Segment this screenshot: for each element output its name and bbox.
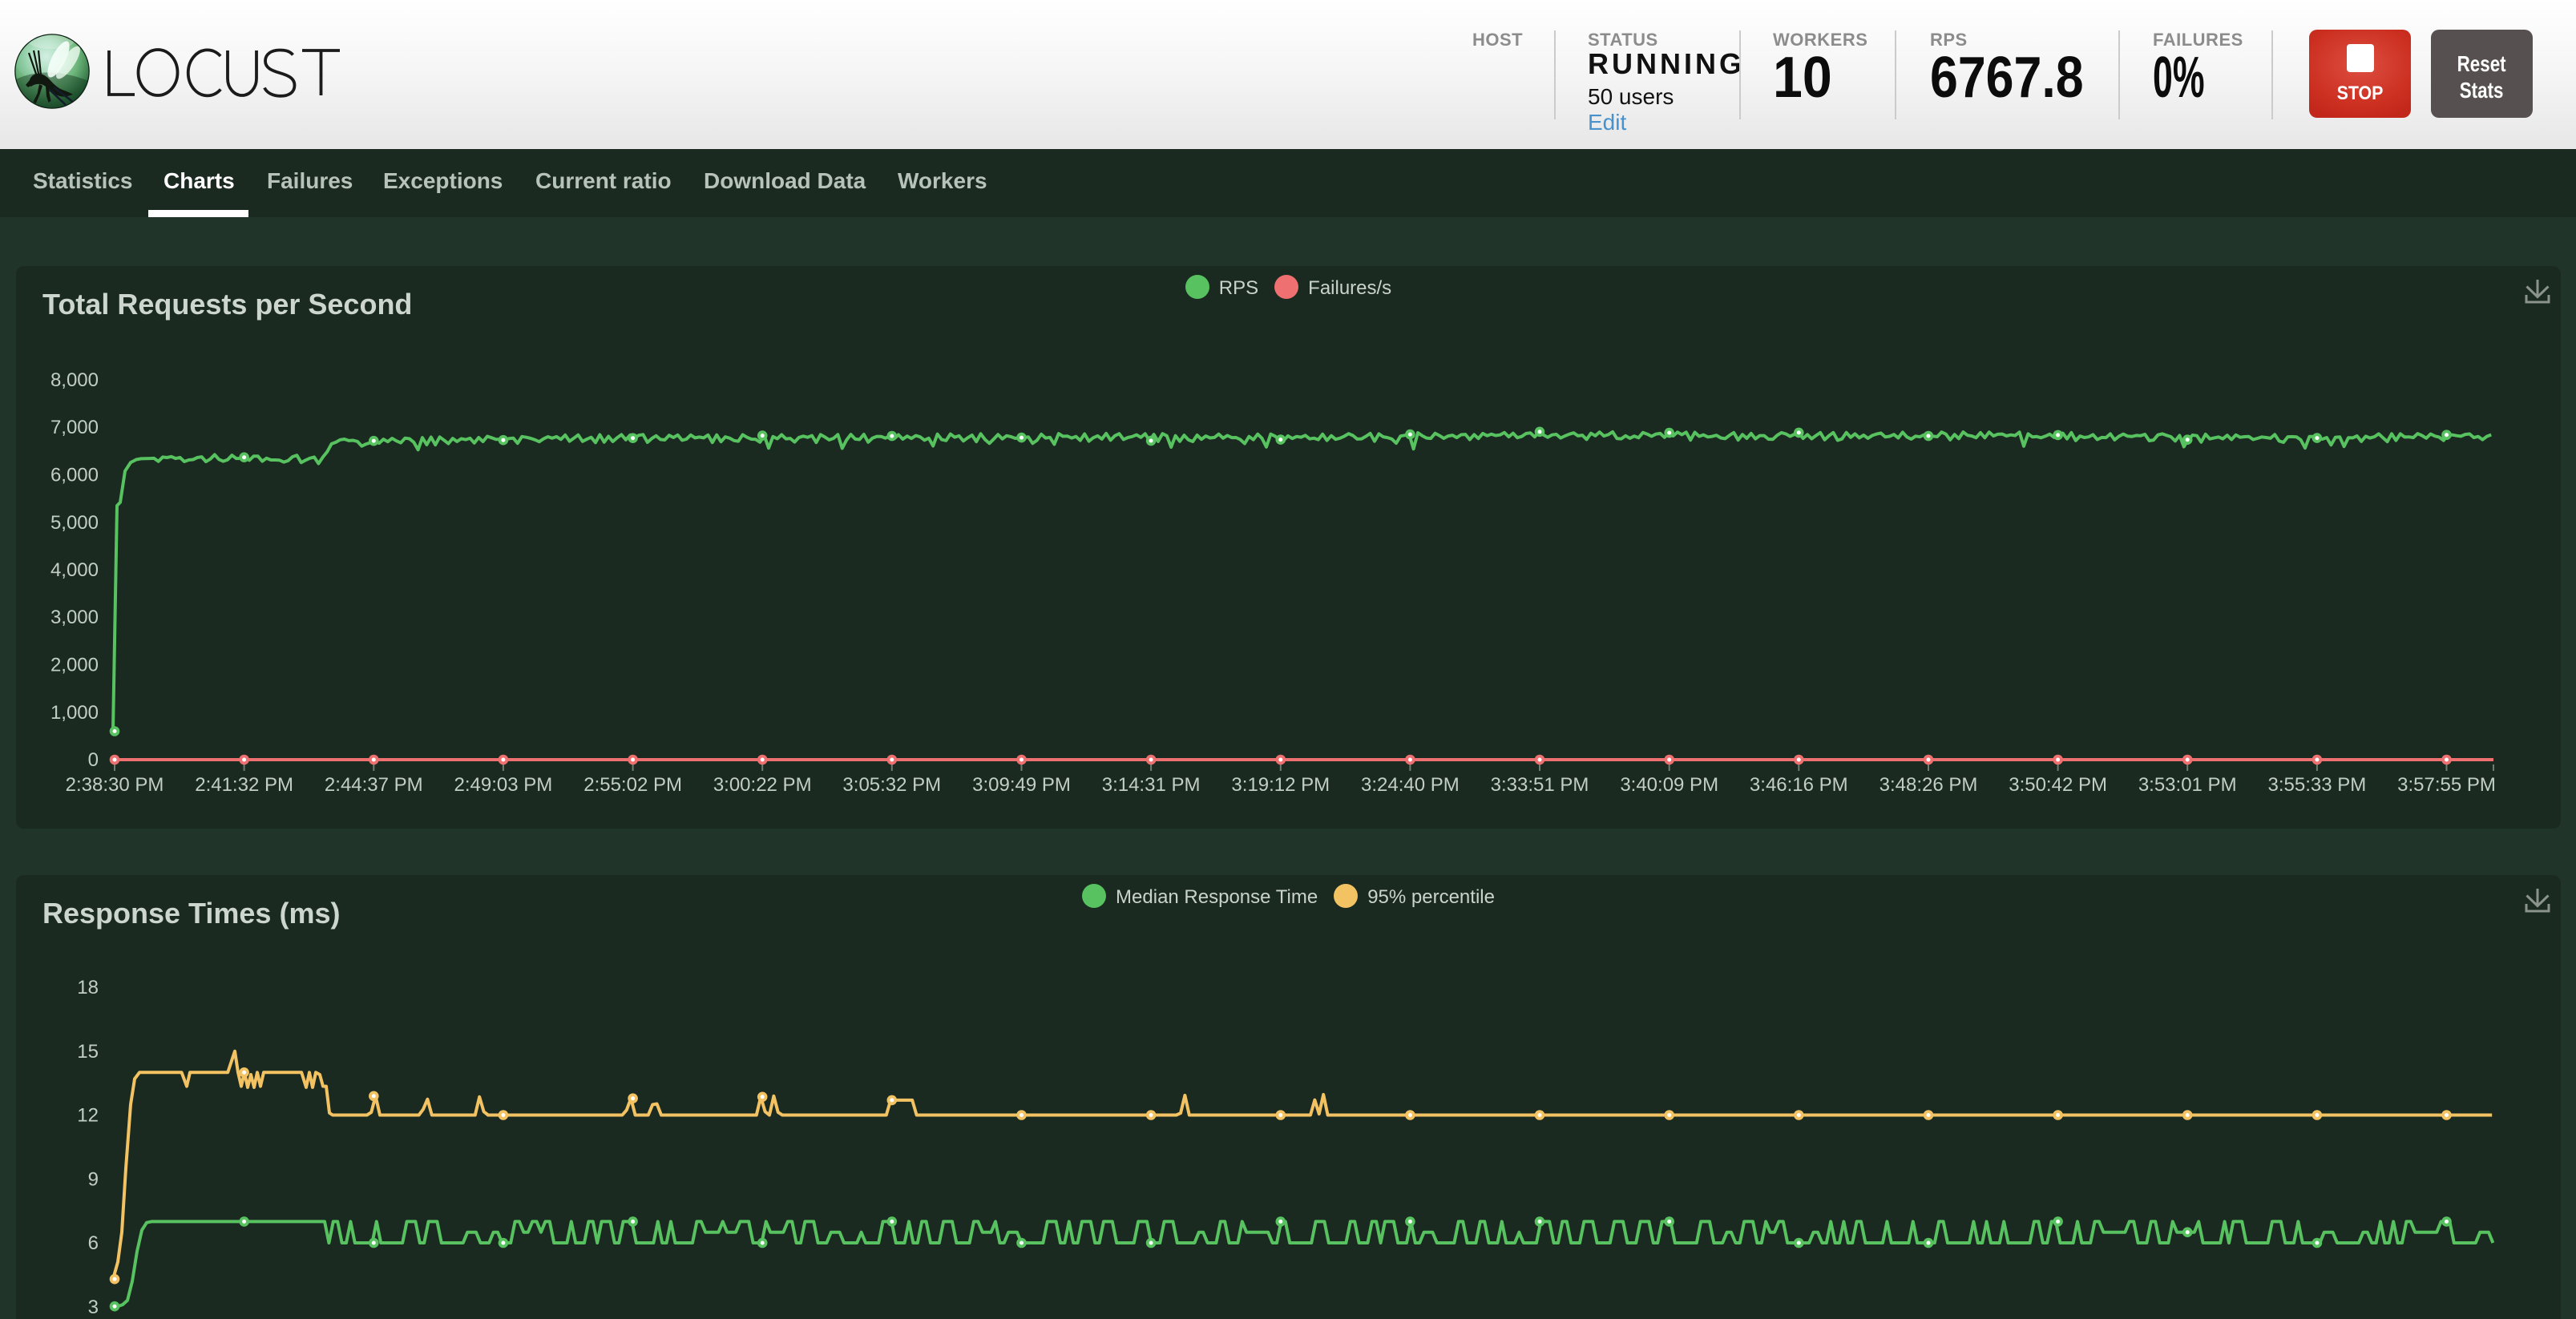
svg-text:6,000: 6,000 [50,465,99,486]
svg-text:3:05:32 PM: 3:05:32 PM [842,774,941,796]
svg-text:3:19:12 PM: 3:19:12 PM [1231,774,1330,796]
svg-text:3:00:22 PM: 3:00:22 PM [713,774,812,796]
svg-text:2:44:37 PM: 2:44:37 PM [325,774,423,796]
svg-text:2:55:02 PM: 2:55:02 PM [583,774,682,796]
svg-text:6: 6 [88,1232,99,1254]
svg-text:3:50:42 PM: 3:50:42 PM [2009,774,2107,796]
svg-text:3,000: 3,000 [50,607,99,628]
svg-text:18: 18 [77,977,99,998]
svg-text:15: 15 [77,1041,99,1063]
svg-text:3:57:55 PM: 3:57:55 PM [2397,774,2496,796]
svg-text:9: 9 [88,1168,99,1190]
svg-text:3:48:26 PM: 3:48:26 PM [1880,774,1978,796]
svg-text:2:49:03 PM: 2:49:03 PM [454,774,553,796]
svg-text:2:38:30 PM: 2:38:30 PM [66,774,164,796]
svg-text:3:46:16 PM: 3:46:16 PM [1750,774,1848,796]
svg-text:3:24:40 PM: 3:24:40 PM [1361,774,1460,796]
svg-text:3:09:49 PM: 3:09:49 PM [972,774,1071,796]
svg-text:3:53:01 PM: 3:53:01 PM [2138,774,2237,796]
svg-text:1,000: 1,000 [50,702,99,724]
svg-text:0: 0 [88,749,99,771]
svg-text:3:33:51 PM: 3:33:51 PM [1491,774,1589,796]
svg-text:5,000: 5,000 [50,512,99,534]
svg-text:2,000: 2,000 [50,655,99,676]
svg-text:4,000: 4,000 [50,559,99,581]
svg-text:3:14:31 PM: 3:14:31 PM [1102,774,1201,796]
svg-text:3:55:33 PM: 3:55:33 PM [2268,774,2367,796]
svg-text:2:41:32 PM: 2:41:32 PM [195,774,293,796]
svg-text:3:40:09 PM: 3:40:09 PM [1620,774,1718,796]
svg-text:3: 3 [88,1297,99,1318]
svg-text:8,000: 8,000 [50,369,99,391]
svg-text:7,000: 7,000 [50,417,99,438]
svg-text:12: 12 [77,1105,99,1127]
